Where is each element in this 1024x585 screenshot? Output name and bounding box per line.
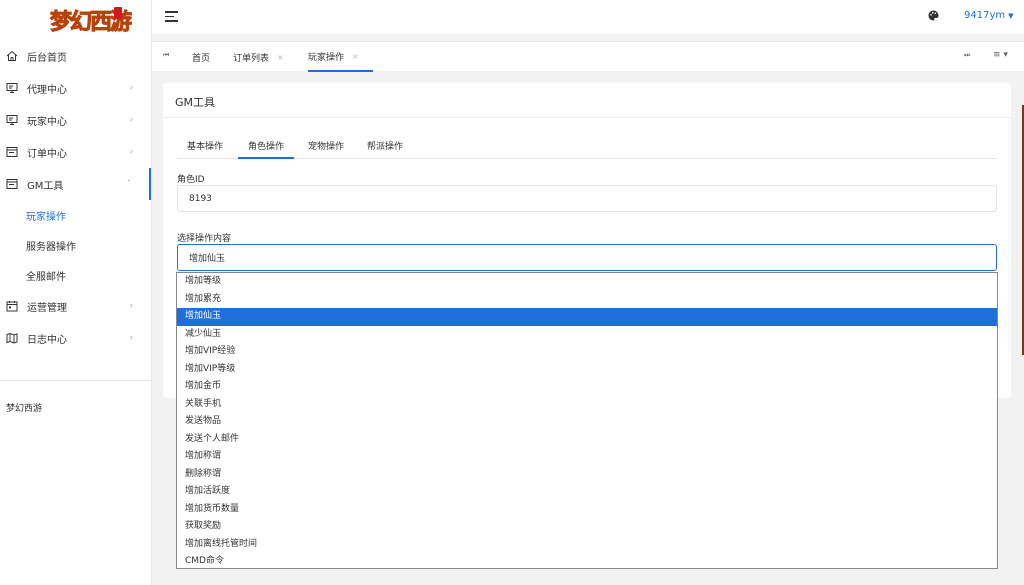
caret-down-icon: ▼ xyxy=(1008,12,1014,20)
username: 9417ym xyxy=(964,10,1006,21)
sidebar-item-5[interactable]: GM工具 ˅ xyxy=(0,168,151,200)
page-tab-2[interactable]: 订单列表 × xyxy=(233,42,284,72)
chevron-right-icon: › xyxy=(129,83,133,92)
chevron-down-icon: ˅ xyxy=(127,179,131,188)
operation-dropdown-list: 增加等级 增加累充 增加仙玉 减少仙玉 增加VIP经验 增加VIP等级 增加金币 关联手机 发送… xyxy=(176,272,998,569)
dropdown-option[interactable]: 增加VIP等级 xyxy=(177,361,997,379)
dropdown-option[interactable]: 删除称谓 xyxy=(177,466,997,484)
sidebar-subitem-3[interactable]: 全服邮件 xyxy=(0,260,151,290)
home-icon xyxy=(6,50,18,62)
role-id-input[interactable]: 8193 xyxy=(177,185,997,212)
dropdown-option[interactable]: 增加累充 xyxy=(177,291,997,309)
sidebar-footer: 梦幻西游 xyxy=(6,404,43,414)
op-tab-2[interactable]: 角色操作 xyxy=(238,136,295,159)
chevron-right-icon: › xyxy=(129,301,133,310)
monitor-icon xyxy=(6,82,18,94)
page-tab-label: 首页 xyxy=(192,53,211,64)
page-tabs-bar: ⏮ 首页 订单列表 × 玩家操作 × ⏭ ≡ ▾ xyxy=(152,41,1024,72)
logo-seal xyxy=(114,7,122,19)
sidebar-divider xyxy=(0,380,151,381)
page-tab-3[interactable]: 玩家操作 × xyxy=(308,42,373,72)
page-tab-label: 玩家操作 xyxy=(308,52,345,63)
chevron-right-icon: › xyxy=(129,333,133,342)
sidebar-item-3[interactable]: 玩家中心 › xyxy=(0,104,151,136)
card-divider xyxy=(163,117,1011,118)
dropdown-option[interactable]: 关联手机 xyxy=(177,396,997,414)
sidebar-item-1[interactable]: 后台首页 xyxy=(0,40,151,72)
dropdown-option[interactable]: 增加称谓 xyxy=(177,448,997,466)
op-tab-4[interactable]: 帮派操作 xyxy=(367,136,403,159)
dropdown-option[interactable]: 增加等级 xyxy=(177,273,997,291)
sidebar-item-label: 后台首页 xyxy=(27,52,67,64)
op-tab-3[interactable]: 宠物操作 xyxy=(308,136,344,159)
dropdown-option[interactable]: 增加仙玉 xyxy=(177,308,997,326)
sidebar-subitem-2[interactable]: 服务器操作 xyxy=(0,230,151,260)
dropdown-option[interactable]: 增加离线托管时间 xyxy=(177,536,997,554)
dropdown-option[interactable]: 增加活跃度 xyxy=(177,483,997,501)
card-title: GM工具 xyxy=(175,96,216,109)
tabs-menu-icon[interactable]: ≡ ▾ xyxy=(993,50,1008,60)
close-icon[interactable]: × xyxy=(277,53,284,62)
role-id-label: 角色ID xyxy=(177,175,205,185)
op-tab-1[interactable]: 基本操作 xyxy=(187,136,223,159)
user-menu[interactable]: 9417ym ▼ xyxy=(964,10,1014,21)
sidebar-item-label: 代理中心 xyxy=(27,84,67,96)
dropdown-option[interactable]: 发送物品 xyxy=(177,413,997,431)
dropdown-option[interactable]: 增加VIP经验 xyxy=(177,343,997,361)
operation-tabs: 基本操作 角色操作 宠物操作 帮派操作 xyxy=(177,136,997,159)
palette-icon[interactable] xyxy=(928,10,939,21)
sidebar-subitem-1[interactable]: 玩家操作 xyxy=(0,200,151,230)
game-logo[interactable]: 梦幻西游 xyxy=(49,2,133,36)
calendar-icon xyxy=(6,300,18,312)
sidebar-item-label: GM工具 xyxy=(27,180,64,192)
dropdown-option[interactable]: 发送个人邮件 xyxy=(177,431,997,449)
page-tab-1[interactable]: 首页 xyxy=(192,42,210,72)
tabs-scroll-right-icon[interactable]: ⏭ xyxy=(964,51,970,60)
dropdown-option[interactable]: 减少仙玉 xyxy=(177,326,997,344)
sidebar-item-7[interactable]: 日志中心 › xyxy=(0,322,151,354)
sidebar-item-label: 日志中心 xyxy=(27,334,67,346)
window-icon xyxy=(6,178,18,190)
window-icon xyxy=(6,146,18,158)
dropdown-option[interactable]: 获取奖励 xyxy=(177,518,997,536)
dropdown-option[interactable]: 增加货币数量 xyxy=(177,501,997,519)
sidebar-item-4[interactable]: 订单中心 › xyxy=(0,136,151,168)
menu-toggle-icon[interactable] xyxy=(165,11,178,22)
sidebar: 梦幻西游 后台首页代理中心 › 玩家中心 › 订单中心 › GM工具 ˅ 玩家操作 服务器操作 全服… xyxy=(0,0,152,585)
chevron-right-icon: › xyxy=(129,147,133,156)
chevron-right-icon: › xyxy=(129,115,133,124)
sidebar-item-label: 订单中心 xyxy=(27,148,67,160)
close-icon[interactable]: × xyxy=(352,52,359,61)
tabs-scroll-left-icon[interactable]: ⏮ xyxy=(163,51,169,60)
operation-select[interactable]: 增加仙玉 xyxy=(177,244,997,271)
operation-select-label: 选择操作内容 xyxy=(177,234,232,244)
top-header: 9417ym ▼ xyxy=(152,0,1024,34)
map-icon xyxy=(6,332,18,344)
sidebar-item-2[interactable]: 代理中心 › xyxy=(0,72,151,104)
page-tab-label: 订单列表 xyxy=(233,53,270,64)
monitor-icon xyxy=(6,114,18,126)
dropdown-option[interactable]: CMD命令 xyxy=(177,553,997,571)
sidebar-item-label: 玩家中心 xyxy=(27,116,67,128)
sidebar-item-label: 运营管理 xyxy=(27,302,67,314)
sidebar-nav: 后台首页 代理中心 › 玩家中心 › 订单中心 › GM工具 ˅ 玩家操作 服务器操作 全服邮件 运营管… xyxy=(0,40,151,354)
sidebar-item-6[interactable]: 运营管理 › xyxy=(0,290,151,322)
dropdown-option[interactable]: 增加金币 xyxy=(177,378,997,396)
